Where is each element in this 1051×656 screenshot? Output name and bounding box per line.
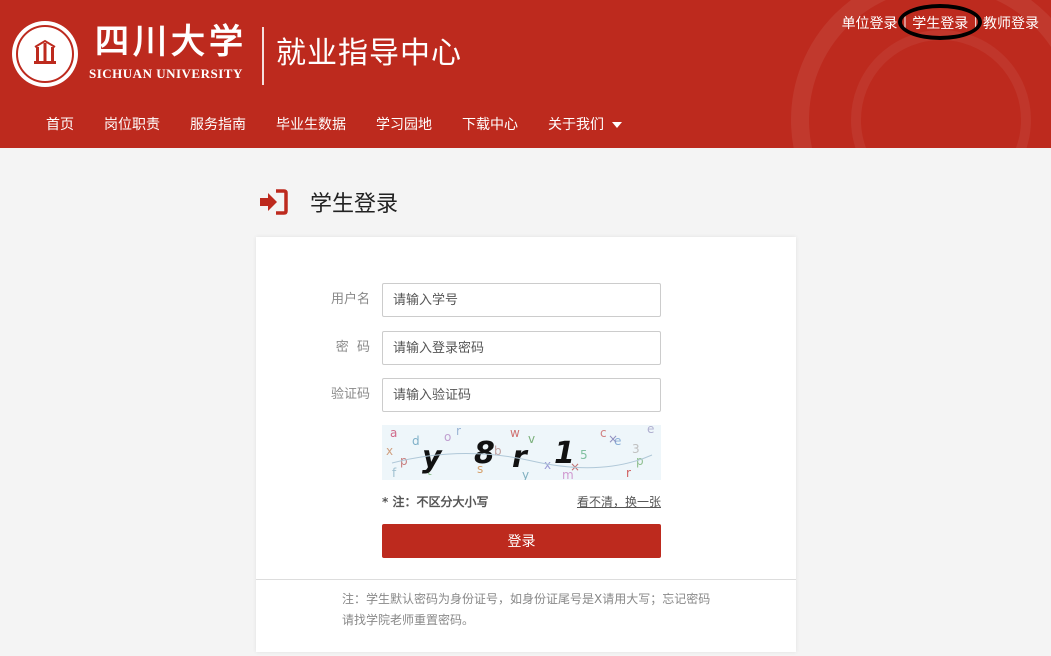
- page-title: 学生登录: [310, 192, 399, 217]
- svg-text:r: r: [456, 425, 461, 438]
- svg-text:f: f: [392, 466, 397, 480]
- svg-text:y: y: [422, 440, 443, 475]
- emblem-ring: [16, 25, 74, 83]
- logo-divider: [262, 27, 264, 85]
- password-label: 密 码: [335, 340, 370, 355]
- login-button[interactable]: 登录: [382, 524, 661, 558]
- svg-text:x: x: [386, 444, 393, 458]
- main-nav: 首页 岗位职责 服务指南 毕业生数据 学习园地 下载中心 关于我们: [31, 110, 637, 140]
- svg-text:a: a: [390, 426, 397, 440]
- nav-item-home[interactable]: 首页: [31, 110, 89, 140]
- nav-item-duties[interactable]: 岗位职责: [89, 110, 175, 140]
- site-title: 就业指导中心: [276, 36, 462, 71]
- nav-item-about-label: 关于我们: [548, 117, 604, 133]
- university-name-cn: 四川大学: [95, 22, 247, 62]
- student-login-label: 学生登录: [912, 16, 969, 32]
- sign-in-icon: [260, 189, 288, 215]
- student-login-link[interactable]: 学生登录: [898, 4, 983, 40]
- captcha-image-graphic: a d p t o r s w v x m 5 c e 3 p r × × y: [386, 422, 654, 482]
- page-heading: 学生登录: [258, 186, 398, 218]
- teacher-login-link[interactable]: 教师登录: [983, 13, 1039, 33]
- svg-text:o: o: [444, 430, 451, 444]
- svg-text:r: r: [626, 466, 631, 480]
- svg-text:×: ×: [608, 432, 618, 446]
- svg-text:5: 5: [580, 448, 588, 462]
- username-row: 用户名: [256, 283, 796, 317]
- svg-text:d: d: [412, 434, 420, 448]
- site-header: 四川大学 SICHUAN UNIVERSITY 就业指导中心 单位登录 | 学生…: [0, 0, 1051, 148]
- case-insensitive-note: * 注：不区分大小写: [382, 495, 489, 509]
- university-emblem-logo[interactable]: [12, 21, 78, 87]
- card-divider: [256, 579, 796, 580]
- svg-text:v: v: [528, 432, 535, 446]
- link-separator: |: [902, 15, 908, 31]
- captcha-label: 验证码: [330, 387, 370, 402]
- chevron-down-icon: [612, 122, 622, 128]
- nav-item-about[interactable]: 关于我们: [533, 110, 637, 140]
- top-login-links: 单位登录 | 学生登录 | 教师登录: [842, 4, 1039, 40]
- captcha-input[interactable]: [382, 378, 661, 412]
- link-separator: |: [973, 15, 978, 31]
- nav-item-learning[interactable]: 学习园地: [361, 110, 447, 140]
- password-row: 密 码: [256, 331, 796, 365]
- username-input[interactable]: [382, 283, 661, 317]
- captcha-hint: * 注：不区分大小写 看不清，换一张: [382, 493, 661, 510]
- nav-item-downloads[interactable]: 下载中心: [447, 110, 533, 140]
- login-card: 用户名 密 码 验证码 a d p t o r s w v x m 5 c: [256, 237, 796, 652]
- university-name-en: SICHUAN UNIVERSITY: [89, 66, 243, 81]
- captcha-row: 验证码: [256, 378, 796, 412]
- refresh-captcha-link[interactable]: 看不清，换一张: [577, 493, 661, 510]
- nav-item-service-guide[interactable]: 服务指南: [175, 110, 261, 140]
- svg-text:w: w: [510, 426, 520, 440]
- username-label: 用户名: [330, 292, 370, 307]
- emblem-gate-icon: [34, 39, 56, 64]
- svg-text:e: e: [647, 425, 654, 436]
- svg-text:c: c: [600, 426, 607, 440]
- company-login-link[interactable]: 单位登录: [842, 13, 898, 33]
- default-password-note: 注：学生默认密码为身份证号，如身份证尾号是X请用大写；忘记密码请找学院老师重置密…: [342, 592, 711, 627]
- password-input[interactable]: [382, 331, 661, 365]
- nav-item-graduate-data[interactable]: 毕业生数据: [261, 110, 361, 140]
- captcha-image[interactable]: a d p t o r s w v x m 5 c e 3 p r × × y: [382, 422, 661, 482]
